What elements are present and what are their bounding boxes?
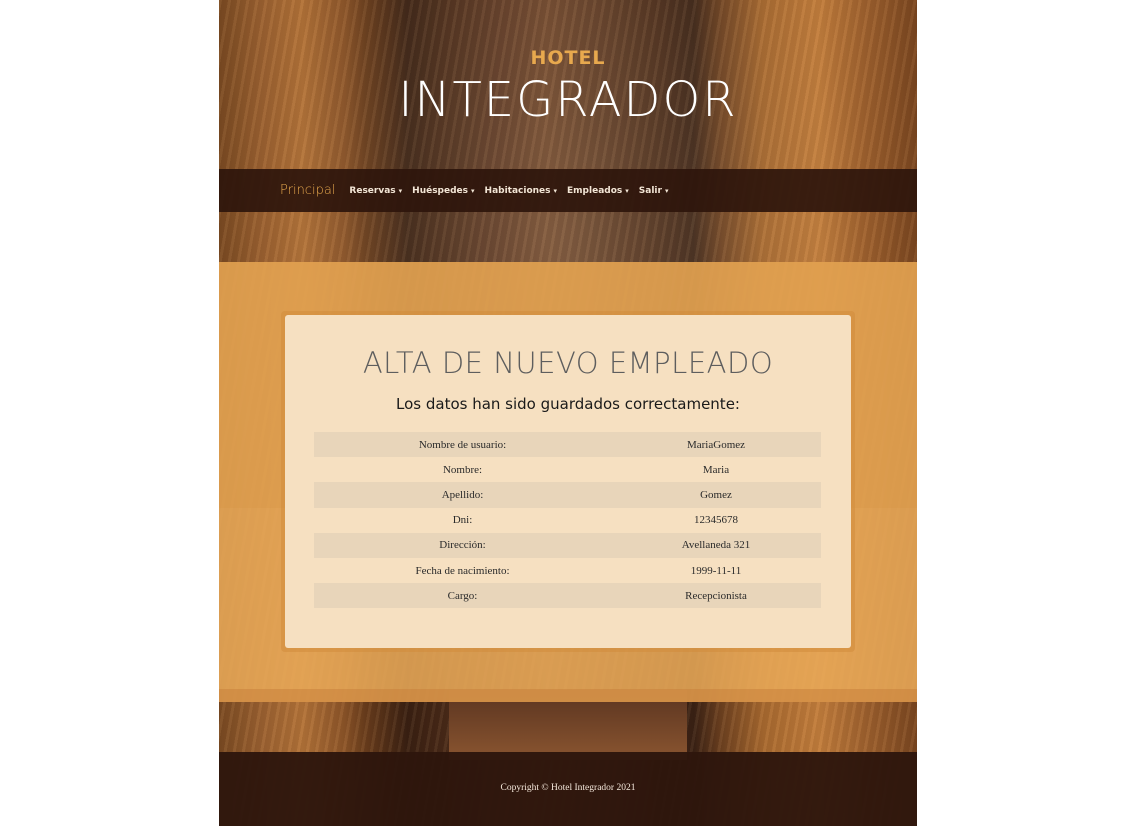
caret-down-icon: ▾ [398,186,403,195]
copyright-text: Copyright © Hotel Integrador 2021 [500,783,636,793]
field-label: Dni: [452,514,473,527]
logo-main-text: INTEGRADOR [398,72,738,128]
nav-habitaciones-dropdown[interactable]: Habitaciones ▾ [485,186,558,196]
caret-down-icon: ▾ [625,186,629,195]
field-label: Fecha de nacimiento: [415,564,510,577]
content-band-bottom [219,689,917,702]
field-label: Cargo: [447,589,478,602]
employee-data-table: Nombre de usuario: MariaGomez Nombre: Ma… [314,432,821,609]
field-value: 1999-11-11 [690,564,742,577]
caret-down-icon: ▾ [471,186,475,195]
nav-huespedes-dropdown[interactable]: Huéspedes ▾ [412,186,474,196]
nav-salir-dropdown[interactable]: Salir ▾ [639,186,669,196]
field-value: Maria [702,463,730,476]
table-row: Nombre de usuario: MariaGomez [314,432,821,458]
nav-empleados-dropdown[interactable]: Empleados ▾ [567,186,629,196]
navbar: Principal Reservas ▾ Huéspedes ▾ Habitac… [219,169,917,212]
site-logo[interactable]: HOTEL INTEGRADOR [219,46,917,128]
table-row: Dni: 12345678 [314,508,821,533]
field-label: Nombre: [442,463,483,476]
field-label: Dirección: [439,539,486,552]
confirmation-card: ALTA DE NUEVO EMPLEADO Los datos han sid… [285,315,851,648]
nav-reservas-dropdown[interactable]: Reservas ▾ [349,186,402,196]
nav-item-label: Empleados [567,185,623,196]
success-message: Los datos han sido guardados correctamen… [396,395,740,413]
field-value: 12345678 [694,514,738,527]
field-value: Recepcionista [685,589,747,602]
table-row: Fecha de nacimiento: 1999-11-11 [314,558,821,583]
nav-item-label: Huéspedes [412,185,469,196]
caret-down-icon: ▾ [553,186,558,195]
caret-down-icon: ▾ [664,186,669,195]
field-label: Apellido: [441,488,484,501]
field-value: Gomez [700,488,732,501]
field-value: Avellaneda 321 [681,539,751,552]
field-value: MariaGomez [686,438,746,451]
table-row: Apellido: Gomez [314,482,821,508]
logo-top-text: HOTEL [530,47,606,69]
nav-principal-link[interactable]: Principal [280,183,335,198]
nav-item-label: Salir [638,185,662,196]
field-label: Nombre de usuario: [418,438,507,451]
footer: Copyright © Hotel Integrador 2021 [219,752,917,826]
table-row: Cargo: Recepcionista [314,583,821,609]
page: HOTEL INTEGRADOR Principal Reservas ▾ Hu… [219,0,917,826]
page-title: ALTA DE NUEVO EMPLEADO [362,346,774,380]
table-row: Dirección: Avellaneda 321 [314,532,821,558]
nav-item-label: Reservas [349,185,396,196]
table-row: Nombre: Maria [314,457,821,482]
nav-item-label: Habitaciones [484,185,551,196]
